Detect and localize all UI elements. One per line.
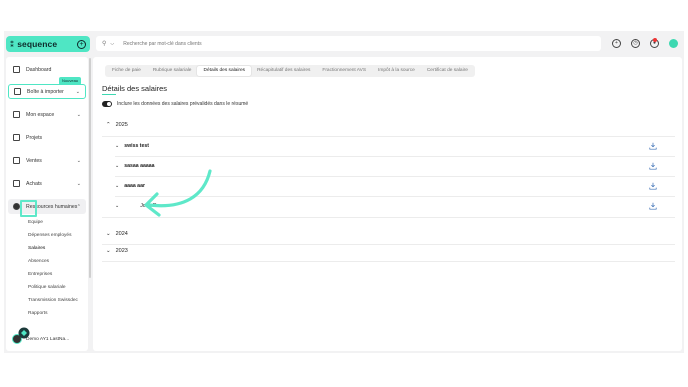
sidebar-subitem-entreprises[interactable]: Entreprises bbox=[28, 272, 52, 277]
clock-icon[interactable]: ◷ bbox=[631, 39, 640, 48]
tab-fractionnement-avs[interactable]: Fractionnement AVS bbox=[316, 66, 372, 76]
sidebar-subitem-swissdec[interactable]: Transmission Swissdec bbox=[28, 298, 78, 303]
divider bbox=[102, 244, 675, 245]
sidebar-subitem-politique[interactable]: Politique salariale bbox=[28, 285, 66, 290]
add-icon[interactable]: + bbox=[612, 39, 621, 48]
sidebar-subitem-depenses[interactable]: Dépenses employés bbox=[28, 233, 71, 238]
tab-recapitulatif[interactable]: Récapitulatif des salaires bbox=[251, 66, 316, 76]
download-icon[interactable] bbox=[649, 182, 657, 190]
year-2023-row[interactable]: ⌄ 2023 bbox=[106, 248, 128, 254]
year-label: 2024 bbox=[115, 231, 128, 237]
sidebar-subitem-salaires[interactable]: Salaires bbox=[28, 246, 45, 251]
tab-impot-source[interactable]: Impôt à la source bbox=[372, 66, 421, 76]
sidebar-subitem-absences[interactable]: Absences bbox=[28, 259, 49, 264]
user-name: Demo AY1 LastNa... bbox=[26, 336, 70, 342]
chevron-down-icon: ⌄ bbox=[106, 248, 111, 254]
year-label: 2023 bbox=[115, 248, 128, 254]
notification-badge bbox=[653, 38, 657, 42]
download-icon[interactable] bbox=[649, 142, 657, 150]
app-window: ⁑ sequence + ⚲ ⌵ + ◷ ● Dashboard Boîte à… bbox=[4, 31, 684, 353]
tab-certificat[interactable]: Certificat de salaire bbox=[421, 66, 474, 76]
download-icon[interactable] bbox=[649, 162, 657, 170]
sidebar-subitem-rapports[interactable]: Rapports bbox=[28, 311, 47, 316]
sequence-mark-icon bbox=[18, 327, 30, 339]
chevron-down-icon: ⌄ bbox=[106, 231, 111, 237]
divider bbox=[102, 261, 675, 262]
user-avatar[interactable] bbox=[669, 39, 678, 48]
download-icon[interactable] bbox=[649, 202, 657, 210]
year-2024-row[interactable]: ⌄ 2024 bbox=[106, 231, 128, 237]
tutorial-arrow-icon bbox=[144, 169, 212, 217]
